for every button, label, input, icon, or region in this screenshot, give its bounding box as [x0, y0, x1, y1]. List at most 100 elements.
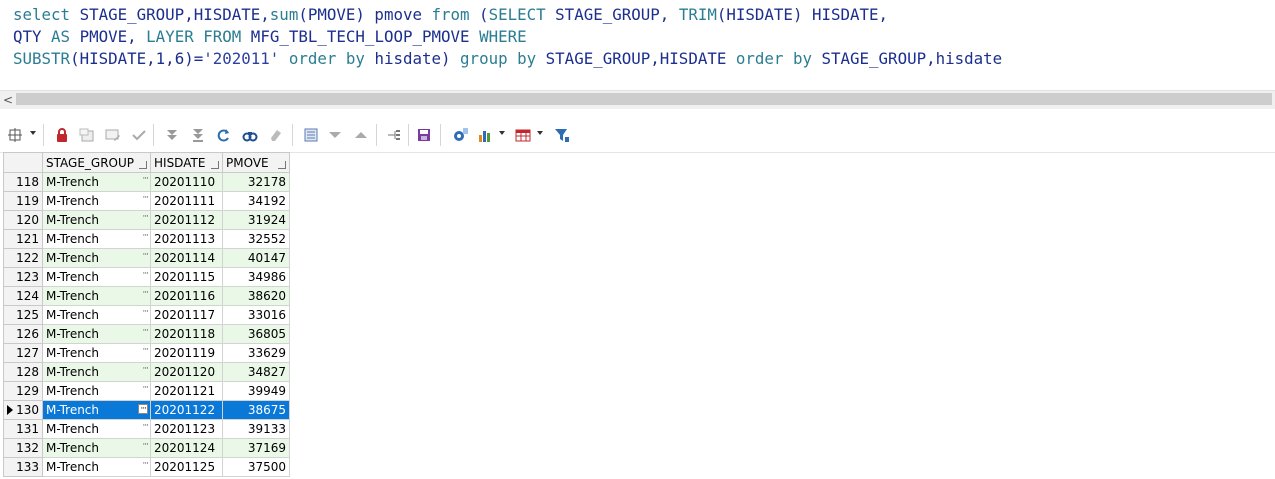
tree-icon[interactable] — [385, 126, 403, 144]
cell-pmove[interactable]: 39949 — [222, 381, 290, 401]
column-header-pmove[interactable]: PMOVE — [222, 152, 290, 173]
cell-stage-group[interactable]: M-Trench ··· — [42, 248, 151, 268]
row-number[interactable]: 130 — [3, 400, 43, 420]
cell-hisdate[interactable]: 20201111 — [150, 191, 223, 211]
cell-hisdate[interactable]: 20201117 — [150, 305, 223, 325]
row-number[interactable]: 119 — [3, 191, 43, 211]
table-row[interactable]: 122 M-Trench ··· 20201114 40147 — [3, 248, 290, 268]
cell-stage-group[interactable]: M-Trench ··· — [42, 267, 151, 287]
next-icon[interactable] — [352, 126, 370, 144]
cell-pmove[interactable]: 33016 — [222, 305, 290, 325]
row-number[interactable]: 121 — [3, 229, 43, 249]
table-row[interactable]: 129 M-Trench ··· 20201121 39949 — [3, 381, 290, 401]
cell-pmove[interactable]: 31924 — [222, 210, 290, 230]
row-number[interactable]: 122 — [3, 248, 43, 268]
last-record-icon[interactable] — [189, 126, 207, 144]
row-number[interactable]: 126 — [3, 324, 43, 344]
row-number[interactable]: 123 — [3, 267, 43, 287]
cell-stage-group[interactable]: M-Trench ··· — [42, 343, 151, 363]
ellipsis-icon[interactable]: ··· — [142, 384, 149, 393]
ellipsis-icon[interactable]: ··· — [142, 232, 149, 241]
row-number[interactable]: 124 — [3, 286, 43, 306]
cell-stage-group[interactable]: M-Trench ··· — [42, 381, 151, 401]
table-row[interactable]: 131 M-Trench ··· 20201123 39133 — [3, 419, 290, 439]
column-header-hisdate[interactable]: HISDATE — [150, 152, 223, 173]
cell-pmove[interactable]: 34827 — [222, 362, 290, 382]
horizontal-scrollbar[interactable]: < — [0, 90, 1275, 109]
filter-icon[interactable] — [553, 126, 571, 144]
cell-hisdate[interactable]: 20201123 — [150, 419, 223, 439]
sql-line-3[interactable]: SUBSTR(HISDATE,1,6)='202011' order by hi… — [13, 48, 1002, 70]
add-record-icon[interactable] — [78, 126, 96, 144]
row-number[interactable]: 128 — [3, 362, 43, 382]
scrollbar-thumb[interactable] — [16, 93, 1272, 105]
cell-stage-group[interactable]: M-Trench ··· — [42, 324, 151, 344]
sql-editor[interactable]: select STAGE_GROUP,HISDATE,sum(PMOVE) pm… — [0, 0, 1275, 90]
sql-line-1[interactable]: select STAGE_GROUP,HISDATE,sum(PMOVE) pm… — [13, 4, 888, 26]
cell-pmove[interactable]: 40147 — [222, 248, 290, 268]
ellipsis-icon[interactable]: ··· — [142, 289, 149, 298]
ellipsis-icon[interactable]: ··· — [142, 460, 149, 469]
table-row[interactable]: 126 M-Trench ··· 20201118 36805 — [3, 324, 290, 344]
column-header-stage-group[interactable]: STAGE_GROUP — [42, 152, 151, 173]
post-edit-icon[interactable] — [130, 126, 148, 144]
cell-hisdate[interactable]: 20201110 — [150, 172, 223, 192]
grid-options-icon[interactable] — [6, 126, 24, 144]
sql-line-2[interactable]: QTY AS PMOVE, LAYER FROM MFG_TBL_TECH_LO… — [13, 26, 527, 48]
lock-icon[interactable] — [53, 126, 71, 144]
table-row[interactable]: 128 M-Trench ··· 20201120 34827 — [3, 362, 290, 382]
cell-hisdate[interactable]: 20201120 — [150, 362, 223, 382]
row-number[interactable]: 125 — [3, 305, 43, 325]
cell-pmove[interactable]: 37500 — [222, 457, 290, 477]
cell-hisdate[interactable]: 20201112 — [150, 210, 223, 230]
table-row[interactable]: 133 M-Trench ··· 20201125 37500 — [3, 457, 290, 477]
cell-pmove[interactable]: 36805 — [222, 324, 290, 344]
table-row[interactable]: 125 M-Trench ··· 20201117 33016 — [3, 305, 290, 325]
row-number[interactable]: 118 — [3, 172, 43, 192]
cell-stage-group[interactable]: M-Trench ··· — [42, 362, 151, 382]
table-row[interactable]: 132 M-Trench ··· 20201124 37169 — [3, 438, 290, 458]
row-number[interactable]: 132 — [3, 438, 43, 458]
cell-stage-group[interactable]: M-Trench ··· — [42, 286, 151, 306]
save-icon[interactable] — [415, 126, 433, 144]
cell-hisdate[interactable]: 20201124 — [150, 438, 223, 458]
column-menu-icon[interactable] — [139, 161, 147, 169]
cell-pmove[interactable]: 37169 — [222, 438, 290, 458]
first-record-icon[interactable] — [163, 126, 181, 144]
row-number[interactable]: 120 — [3, 210, 43, 230]
row-indicator-header[interactable] — [3, 152, 43, 173]
cell-pmove[interactable]: 32552 — [222, 229, 290, 249]
ellipsis-icon[interactable]: ··· — [142, 327, 149, 336]
cell-hisdate[interactable]: 20201115 — [150, 267, 223, 287]
cell-pmove[interactable]: 34192 — [222, 191, 290, 211]
cell-stage-group[interactable]: M-Trench ··· — [42, 191, 151, 211]
table-icon[interactable] — [514, 126, 532, 144]
cell-pmove[interactable]: 32178 — [222, 172, 290, 192]
chevron-down-icon[interactable] — [499, 131, 505, 135]
cell-hisdate[interactable]: 20201118 — [150, 324, 223, 344]
cell-stage-group[interactable]: M-Trench ··· — [42, 419, 151, 439]
cell-hisdate[interactable]: 20201113 — [150, 229, 223, 249]
cell-hisdate[interactable]: 20201116 — [150, 286, 223, 306]
ellipsis-icon[interactable]: ··· — [142, 365, 149, 374]
ellipsis-icon[interactable]: ··· — [138, 404, 148, 414]
column-menu-icon[interactable] — [211, 161, 219, 169]
ellipsis-icon[interactable]: ··· — [142, 441, 149, 450]
ellipsis-icon[interactable]: ··· — [142, 422, 149, 431]
table-row[interactable]: 123 M-Trench ··· 20201115 34986 — [3, 267, 290, 287]
ellipsis-icon[interactable]: ··· — [142, 270, 149, 279]
row-number[interactable]: 131 — [3, 419, 43, 439]
table-row[interactable]: 127 M-Trench ··· 20201119 33629 — [3, 343, 290, 363]
clear-icon[interactable] — [267, 126, 285, 144]
row-number[interactable]: 129 — [3, 381, 43, 401]
ellipsis-icon[interactable]: ··· — [142, 194, 149, 203]
chevron-down-icon[interactable] — [30, 131, 36, 135]
cell-stage-group[interactable]: M-Trench ··· — [42, 210, 151, 230]
ellipsis-icon[interactable]: ··· — [142, 346, 149, 355]
ellipsis-icon[interactable]: ··· — [142, 213, 149, 222]
cell-stage-group[interactable]: M-Trench ··· — [42, 305, 151, 325]
cell-pmove[interactable]: 38675 — [222, 400, 290, 420]
cell-hisdate[interactable]: 20201114 — [150, 248, 223, 268]
column-menu-icon[interactable] — [278, 161, 286, 169]
cell-stage-group[interactable]: M-Trench ··· — [42, 400, 151, 420]
